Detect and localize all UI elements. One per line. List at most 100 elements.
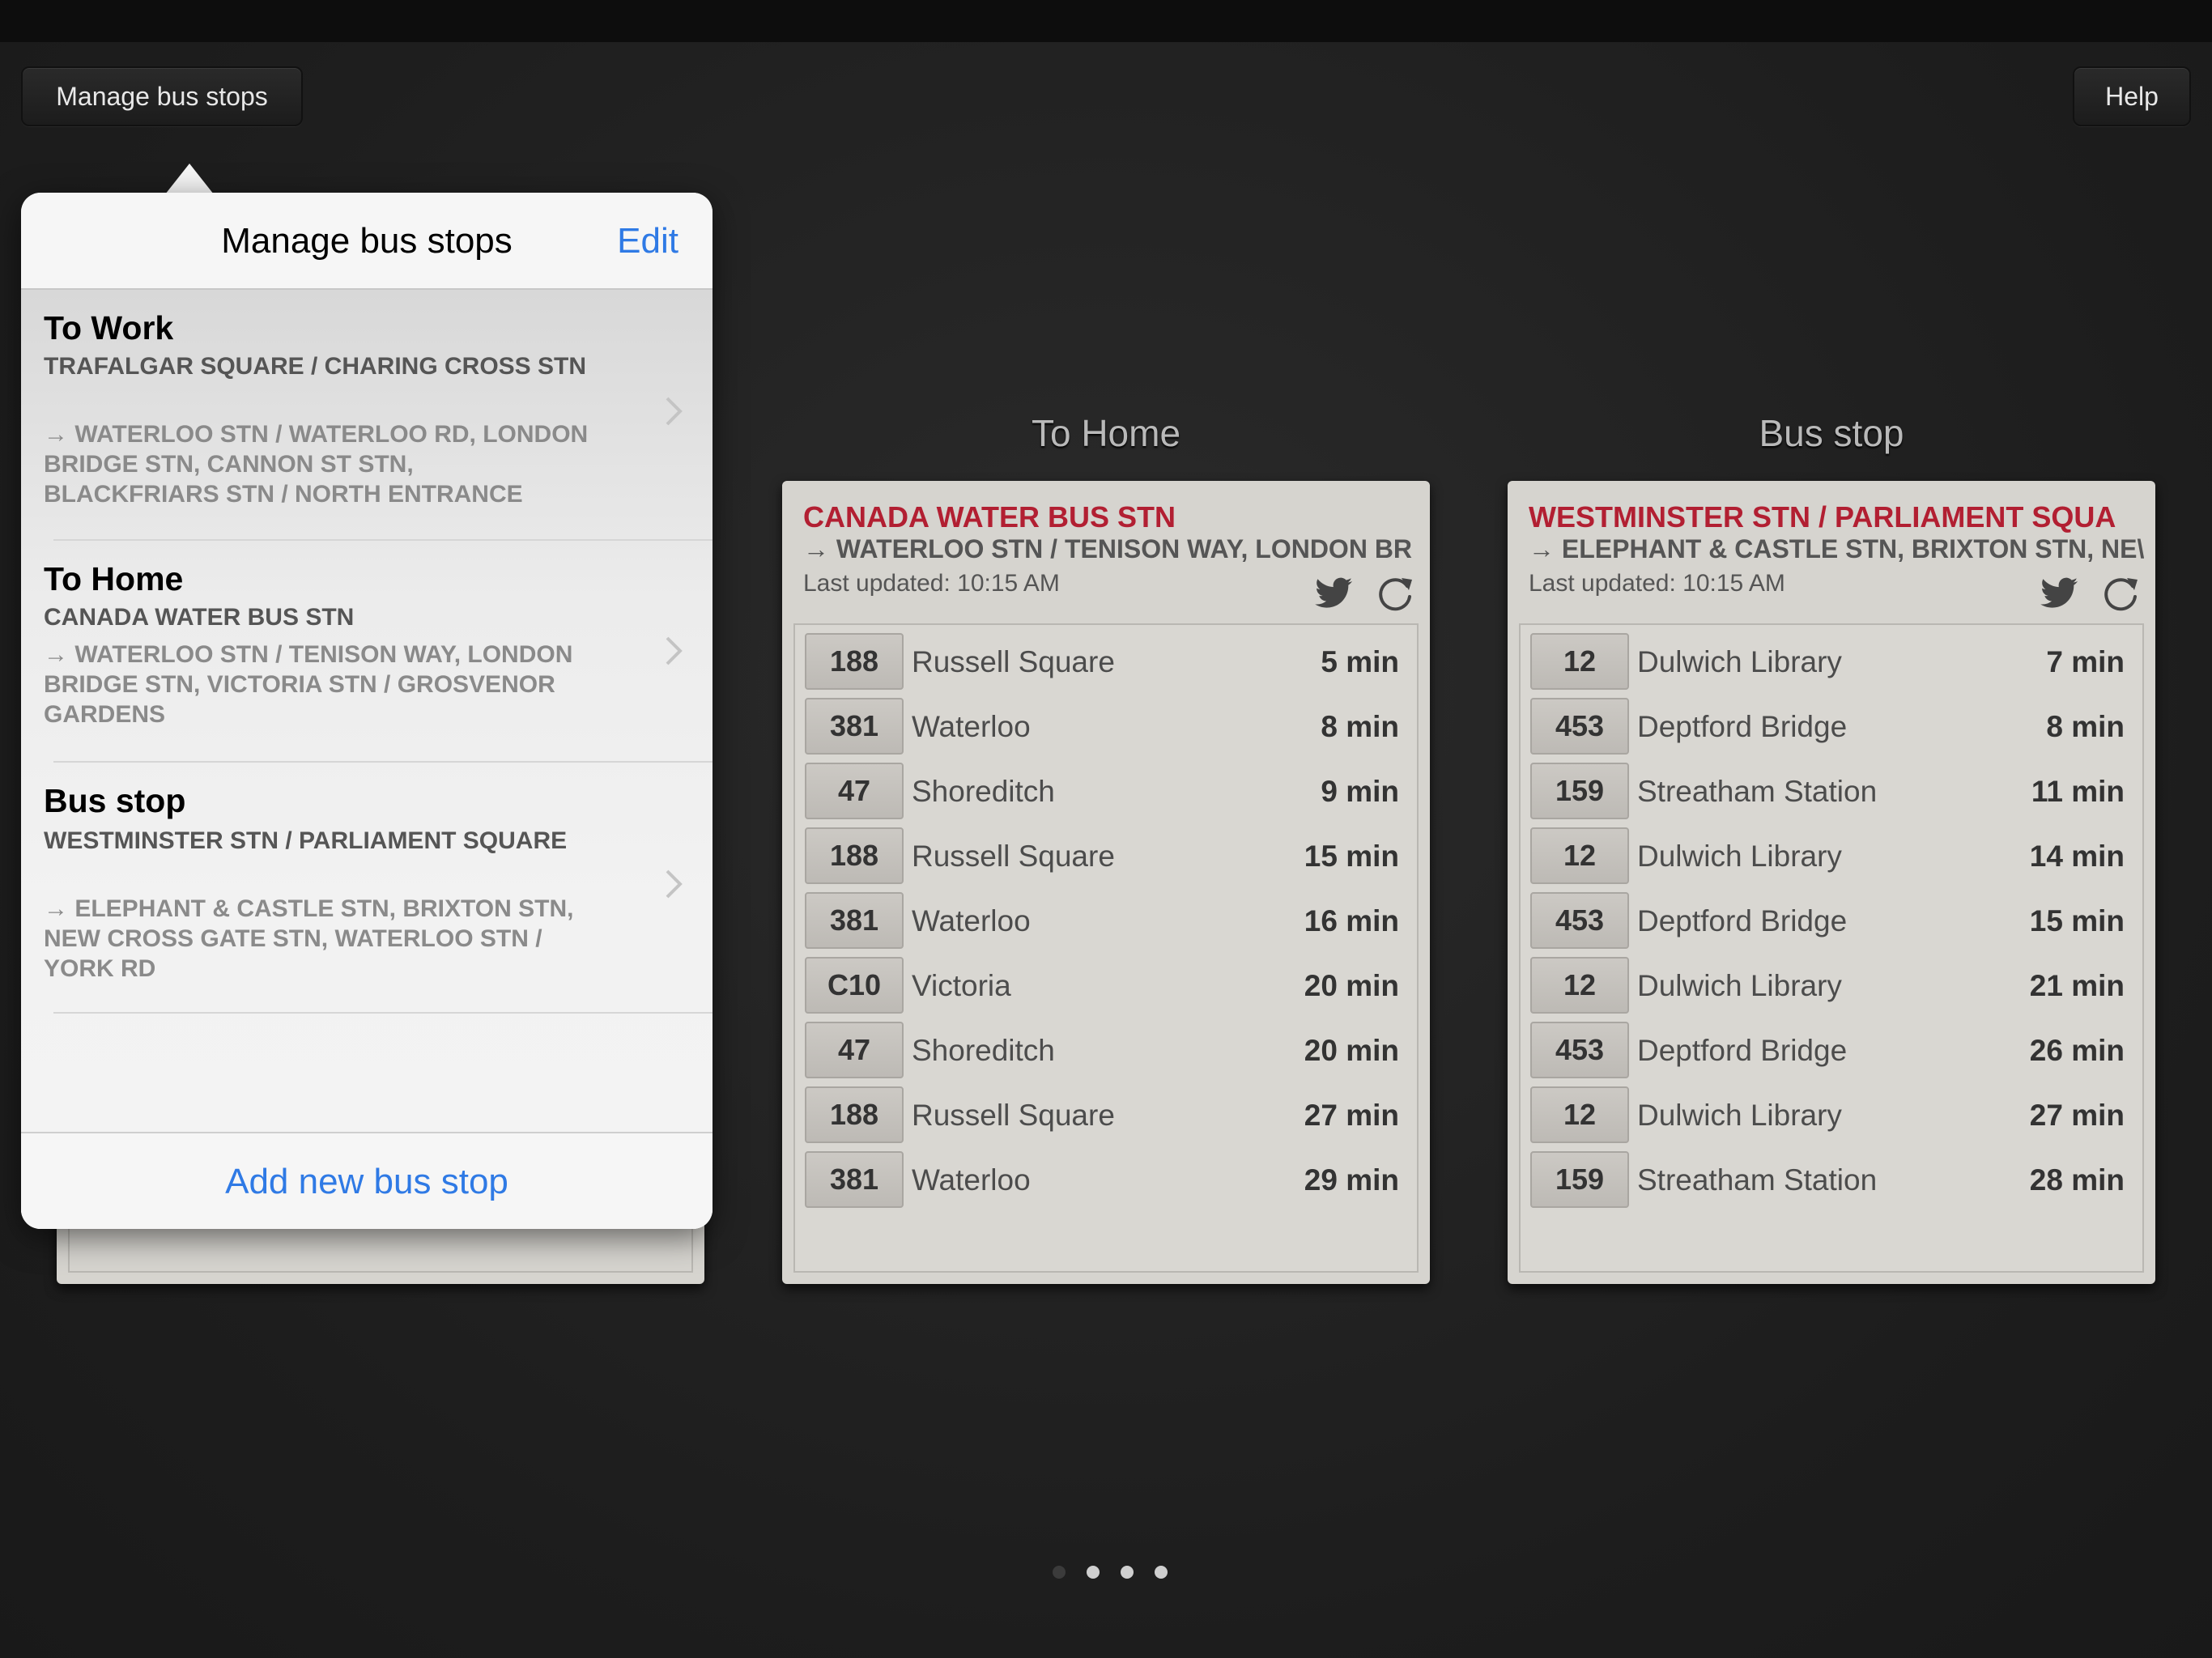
arrival-time: 14 min <box>2029 840 2125 873</box>
help-button[interactable]: Help <box>2073 66 2191 126</box>
route-number-badge: 159 <box>1530 1151 1629 1208</box>
departure-row: 381 Waterloo 29 min <box>805 1151 1407 1209</box>
card-title-to-home: To Home <box>1031 412 1181 454</box>
chevron-right-icon <box>666 869 683 899</box>
departure-row: 188 Russell Square 5 min <box>805 633 1407 691</box>
route-number-badge: 453 <box>1530 698 1629 755</box>
arrival-time: 29 min <box>1304 1163 1399 1197</box>
popover-header: Manage bus stops Edit <box>21 193 713 290</box>
list-item-to-work[interactable]: To Work TRAFALGAR SQUARE / CHARING CROSS… <box>21 290 713 541</box>
route-number-badge: 12 <box>1530 957 1629 1014</box>
arrival-time: 8 min <box>2046 710 2125 743</box>
arrival-time: 15 min <box>2029 904 2125 937</box>
route-destination: Dulwich Library <box>1637 840 1842 873</box>
arrival-time: 27 min <box>1304 1099 1399 1132</box>
departure-row: 453 Deptford Bridge 26 min <box>1530 1022 2133 1080</box>
card-stop-name: CANADA WATER BUS STN <box>803 500 1176 534</box>
refresh-icon[interactable] <box>2100 575 2141 615</box>
add-new-bus-stop-button[interactable]: Add new bus stop <box>21 1133 713 1229</box>
popover-title: Manage bus stops <box>221 221 513 261</box>
list-separator <box>53 1012 713 1014</box>
stop-item-destinations: → ELEPHANT & CASTLE STN, BRIXTON STN, NE… <box>44 895 574 982</box>
card-bus-stop: WESTMINSTER STN / PARLIAMENT SQUA → ELEP… <box>1508 481 2155 1284</box>
refresh-icon[interactable] <box>1375 575 1415 615</box>
chevron-right-icon <box>666 636 683 665</box>
status-bar <box>0 0 2212 42</box>
departure-row: 188 Russell Square 15 min <box>805 827 1407 886</box>
list-item-bus-stop[interactable]: Bus stop WESTMINSTER STN / PARLIAMENT SQ… <box>21 763 713 1014</box>
route-destination: Waterloo <box>912 710 1031 743</box>
arrival-time: 11 min <box>2031 775 2125 808</box>
route-destination: Deptford Bridge <box>1637 904 1848 937</box>
page-dot[interactable] <box>1121 1566 1134 1579</box>
departure-row: 12 Dulwich Library 14 min <box>1530 827 2133 886</box>
arrival-time: 21 min <box>2029 969 2125 1002</box>
route-number-badge: 47 <box>805 1022 904 1078</box>
route-number-badge: 47 <box>805 763 904 819</box>
departure-row: 12 Dulwich Library 27 min <box>1530 1086 2133 1145</box>
departure-row: 159 Streatham Station 28 min <box>1530 1151 2133 1209</box>
departure-row: 453 Deptford Bridge 8 min <box>1530 698 2133 756</box>
arrival-time: 15 min <box>1304 840 1399 873</box>
route-number-badge: 159 <box>1530 763 1629 819</box>
departure-row: 453 Deptford Bridge 15 min <box>1530 892 2133 950</box>
route-number-badge: 12 <box>1530 1086 1629 1143</box>
route-destination: Shoreditch <box>912 775 1055 808</box>
stop-item-station: TRAFALGAR SQUARE / CHARING CROSS STN <box>44 353 587 380</box>
route-destination: Waterloo <box>912 904 1031 937</box>
departures-table: 188 Russell Square 5 min 381 Waterloo 8 min 47… <box>793 623 1419 1273</box>
route-destination: Russell Square <box>912 1099 1115 1132</box>
route-destination: Streatham Station <box>1637 775 1878 808</box>
route-destination: Deptford Bridge <box>1637 1034 1848 1067</box>
card-to-home: CANADA WATER BUS STN → WATERLOO STN / TE… <box>782 481 1430 1284</box>
twitter-icon[interactable] <box>2040 576 2079 609</box>
route-number-badge: 188 <box>805 827 904 884</box>
route-destination: Dulwich Library <box>1637 969 1842 1002</box>
route-number-badge: 381 <box>805 698 904 755</box>
route-destination: Dulwich Library <box>1637 645 1842 678</box>
route-destination: Shoreditch <box>912 1034 1055 1067</box>
list-item-to-home[interactable]: To Home CANADA WATER BUS STN → WATERLOO … <box>21 541 713 763</box>
arrival-time: 28 min <box>2029 1163 2125 1197</box>
route-number-badge: 381 <box>805 892 904 949</box>
edit-button[interactable]: Edit <box>617 193 678 290</box>
card-stop-name: WESTMINSTER STN / PARLIAMENT SQUA <box>1529 500 2116 534</box>
departure-row: 12 Dulwich Library 7 min <box>1530 633 2133 691</box>
route-destination: Streatham Station <box>1637 1163 1878 1197</box>
stop-item-name: To Work <box>44 309 174 346</box>
chevron-right-icon <box>666 397 683 426</box>
departure-row: 381 Waterloo 8 min <box>805 698 1407 756</box>
route-number-badge: 188 <box>805 633 904 690</box>
card-destinations: → ELEPHANT & CASTLE STN, BRIXTON STN, NE… <box>1529 534 2144 563</box>
route-destination: Russell Square <box>912 840 1115 873</box>
stop-item-name: Bus stop <box>44 782 186 819</box>
route-number-badge: 453 <box>1530 1022 1629 1078</box>
page-dot[interactable] <box>1053 1566 1066 1579</box>
arrival-time: 7 min <box>2046 645 2125 678</box>
route-destination: Waterloo <box>912 1163 1031 1197</box>
departure-row: 159 Streatham Station 11 min <box>1530 763 2133 821</box>
stop-item-station: WESTMINSTER STN / PARLIAMENT SQUARE <box>44 827 568 854</box>
route-number-badge: 12 <box>1530 827 1629 884</box>
route-number-badge: 188 <box>805 1086 904 1143</box>
arrival-time: 8 min <box>1321 710 1399 743</box>
arrival-time: 9 min <box>1321 775 1399 808</box>
stop-item-destinations: → WATERLOO STN / WATERLOO RD, LONDON BRI… <box>44 421 589 508</box>
bus-stop-list: To Work TRAFALGAR SQUARE / CHARING CROSS… <box>21 290 713 1229</box>
route-number-badge: C10 <box>805 957 904 1014</box>
manage-bus-stops-button[interactable]: Manage bus stops <box>21 66 303 126</box>
route-number-badge: 12 <box>1530 633 1629 690</box>
route-number-badge: 381 <box>805 1151 904 1208</box>
departure-row: 47 Shoreditch 9 min <box>805 763 1407 821</box>
manage-bus-stops-popover: Manage bus stops Edit To Work TRAFALGAR … <box>21 193 713 1229</box>
arrival-time: 16 min <box>1304 904 1399 937</box>
page-dot[interactable] <box>1155 1566 1168 1579</box>
departure-row: 47 Shoreditch 20 min <box>805 1022 1407 1080</box>
page-dot[interactable] <box>1087 1566 1100 1579</box>
departure-row: 12 Dulwich Library 21 min <box>1530 957 2133 1015</box>
departures-table: 12 Dulwich Library 7 min 453 Deptford Bridge… <box>1519 623 2144 1273</box>
departure-row: 381 Waterloo 16 min <box>805 892 1407 950</box>
twitter-icon[interactable] <box>1315 576 1354 609</box>
route-destination: Victoria <box>912 969 1011 1002</box>
departure-row: 188 Russell Square 27 min <box>805 1086 1407 1145</box>
